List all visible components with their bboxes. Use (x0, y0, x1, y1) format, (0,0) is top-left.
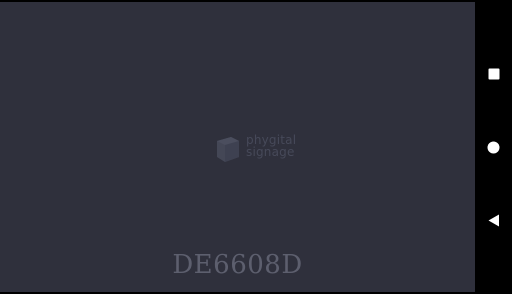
android-nav-bar (475, 0, 512, 294)
back-button[interactable] (475, 200, 512, 240)
brand-logo: phygital signage (215, 133, 305, 165)
home-button[interactable] (475, 127, 512, 167)
triangle-left-icon (488, 214, 499, 226)
recents-button[interactable] (475, 54, 512, 94)
device-screen: phygital signage DE6608D (0, 0, 512, 294)
logo-cube-icon (217, 137, 239, 162)
circle-icon (487, 141, 500, 153)
signage-player-area: phygital signage DE6608D (0, 2, 475, 292)
logo-wordmark: phygital signage (246, 134, 296, 158)
square-icon (488, 68, 499, 80)
logo-line-2: signage (246, 145, 295, 159)
device-code: DE6608D (172, 250, 303, 280)
